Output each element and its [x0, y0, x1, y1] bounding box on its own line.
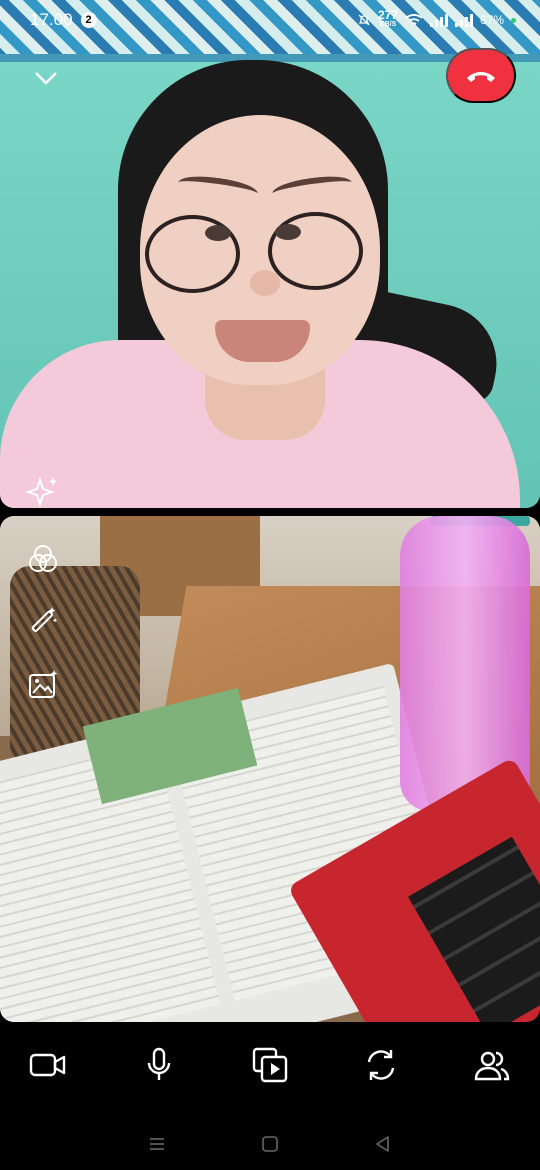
back-triangle-icon [376, 1136, 390, 1152]
switch-camera-button[interactable] [361, 1040, 401, 1090]
chevron-down-icon [35, 72, 57, 85]
share-media-button[interactable] [250, 1040, 290, 1090]
participants-button[interactable] [472, 1040, 512, 1090]
local-video-preview[interactable] [0, 516, 540, 1022]
call-controls [0, 1040, 540, 1090]
notification-count-badge: 2 [80, 12, 97, 28]
color-circles-icon [29, 545, 57, 572]
back-button[interactable] [368, 1129, 398, 1159]
call-control-bar [0, 1022, 540, 1170]
phone-hangup-icon [467, 71, 495, 82]
image-sparkle-icon [29, 670, 58, 698]
effects-button[interactable] [26, 474, 60, 508]
collapse-call-button[interactable] [30, 62, 62, 94]
magic-wand-icon [31, 607, 58, 632]
nose [250, 270, 280, 296]
people-icon [474, 1051, 510, 1081]
network-speed-value: 277 [377, 8, 398, 22]
background-button[interactable] [26, 668, 60, 702]
mute-bell-icon [358, 14, 370, 26]
battery-level: 67% [479, 13, 504, 27]
media-share-icon [252, 1047, 288, 1083]
end-call-button[interactable] [446, 48, 516, 103]
retouch-button[interactable] [26, 604, 60, 638]
status-bar: 17.00 2 277 KB/S 67% [0, 0, 540, 40]
filters-button[interactable] [26, 542, 60, 576]
microphone-icon [147, 1047, 171, 1080]
system-navigation-bar [0, 1124, 540, 1164]
remote-video-feed[interactable] [0, 0, 540, 508]
network-speed: 277 KB/S [377, 8, 398, 29]
signal-strength-icon [429, 13, 448, 27]
left-eye [205, 225, 231, 241]
home-button[interactable] [255, 1129, 285, 1159]
signal-strength-icon-2 [454, 13, 473, 27]
network-speed-unit: KB/S [379, 21, 397, 28]
status-time: 17.00 [30, 10, 73, 29]
mute-microphone-button[interactable] [139, 1040, 179, 1090]
home-square-icon [262, 1136, 278, 1152]
menu-icon [149, 1138, 164, 1150]
sparkles-icon [26, 476, 58, 508]
wifi-icon [405, 14, 423, 25]
right-eye [275, 224, 301, 240]
camera-toggle-button[interactable] [28, 1040, 68, 1090]
switch-camera-icon [367, 1050, 395, 1080]
recent-apps-button[interactable] [142, 1129, 172, 1159]
video-camera-icon [29, 1053, 66, 1077]
battery-charging-icon [511, 17, 516, 23]
